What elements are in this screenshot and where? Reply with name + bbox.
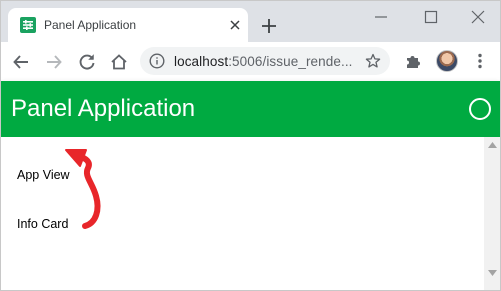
url-host: localhost [174,54,229,69]
browser-tab[interactable]: Panel Application [8,8,248,42]
url-text: localhost:5006/issue_rende... [174,54,353,69]
busy-indicator-circle [469,98,491,120]
forward-arrow-icon[interactable] [45,53,63,71]
vertical-scrollbar[interactable] [484,137,501,291]
address-bar[interactable]: localhost:5006/issue_rende... [140,47,390,75]
new-tab-icon[interactable] [261,18,277,34]
browser-toolbar: localhost:5006/issue_rende... [0,42,501,81]
extensions-puzzle-icon[interactable] [404,52,422,70]
tab-close-icon[interactable] [229,19,241,31]
url-path: :5006/issue_rende... [228,54,353,69]
app-header: Panel Application [0,81,501,137]
sidebar-item-app-view[interactable]: App View [17,168,70,182]
tab-strip: Panel Application [0,0,501,42]
scroll-up-arrow-icon[interactable] [488,142,497,148]
back-arrow-icon[interactable] [12,53,30,71]
tab-title: Panel Application [44,18,137,32]
scroll-down-arrow-icon[interactable] [488,270,497,276]
panel-app-favicon-icon [20,17,36,33]
home-icon[interactable] [110,53,128,71]
minimize-icon[interactable] [374,10,388,24]
app-title: Panel Application [11,95,196,122]
sidebar-item-info-card[interactable]: Info Card [17,217,68,231]
app-content: App View Info Card [0,137,484,291]
bookmark-star-icon[interactable] [365,53,381,69]
close-icon[interactable] [471,10,485,24]
maximize-icon[interactable] [424,10,438,24]
reload-icon[interactable] [78,53,96,71]
menu-kebab-icon[interactable] [474,53,486,69]
site-info-icon[interactable] [149,53,165,69]
profile-avatar[interactable] [436,50,458,72]
